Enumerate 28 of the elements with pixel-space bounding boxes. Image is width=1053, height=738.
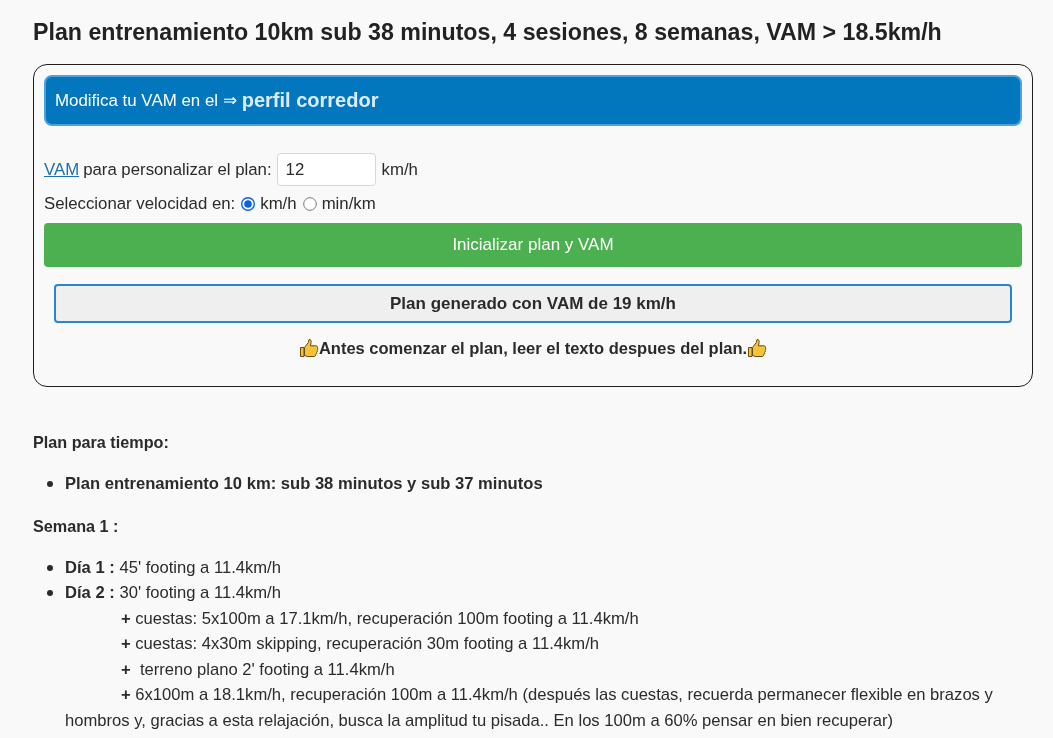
thumbs-up-icon bbox=[747, 338, 768, 358]
radio-label[interactable]: min/km bbox=[321, 194, 376, 214]
day-step-text: + 6x100m a 18.1km/h, recuperación 100m a 11.4km/h (después las cuestas, recuerda permanecer flexible en brazos y hombros y, gracias a esta relajación, busca la amplitud tu pisada.. En los 100m a 60% pensar en bien recuperar) bbox=[65, 684, 994, 732]
plan-heading: Plan para tiempo: bbox=[33, 432, 170, 453]
speed-unit-label: Seleccionar velocidad en: bbox=[44, 194, 236, 214]
radio-button[interactable] bbox=[241, 197, 256, 211]
vam-label: para personalizar el plan: bbox=[83, 159, 272, 180]
vam-link[interactable]: VAM bbox=[44, 159, 80, 180]
unit-label: km/h bbox=[381, 159, 418, 180]
bullet-icon bbox=[47, 564, 53, 571]
page-title: Plan entrenamiento 10km sub 38 minutos, 4 sesiones, 8 semanas, VAM > 18.5km/h bbox=[33, 18, 943, 46]
radio-label[interactable]: km/h bbox=[260, 194, 297, 214]
banner-text: Modifica tu VAM en el ⇒ bbox=[55, 90, 237, 111]
day-step-text: + cuestas: 5x100m a 17.1km/h, recuperación 100m footing a 11.4km/h bbox=[120, 607, 640, 630]
bullet-icon bbox=[47, 481, 53, 487]
day-step-text: + cuestas: 4x30m skipping, recuperación 30m footing a 11.4km/h bbox=[120, 633, 600, 655]
thumbs-up-icon bbox=[298, 338, 319, 358]
plan-status-button[interactable]: Plan generado con VAM de 19 km/h bbox=[54, 284, 1012, 323]
day-text: Día 2 : 30' footing a 11.4km/h bbox=[65, 582, 282, 604]
plan-goal: Plan entrenamiento 10 km: sub 38 minutos y sub 37 minutos bbox=[65, 473, 544, 495]
week-heading: Semana 1 : bbox=[33, 515, 120, 537]
day-text: Día 1 : 45' footing a 11.4km/h bbox=[65, 556, 282, 579]
bullet-icon bbox=[47, 590, 53, 596]
day-step-text: + terreno plano 2' footing a 11.4km/h bbox=[120, 658, 396, 681]
vam-input[interactable]: 12 bbox=[276, 153, 376, 186]
radio-button[interactable] bbox=[302, 197, 317, 211]
profile-link[interactable]: perfil corredor bbox=[241, 89, 379, 112]
notice-text: Antes comenzar el plan, leer el texto despues del plan. bbox=[318, 338, 748, 358]
